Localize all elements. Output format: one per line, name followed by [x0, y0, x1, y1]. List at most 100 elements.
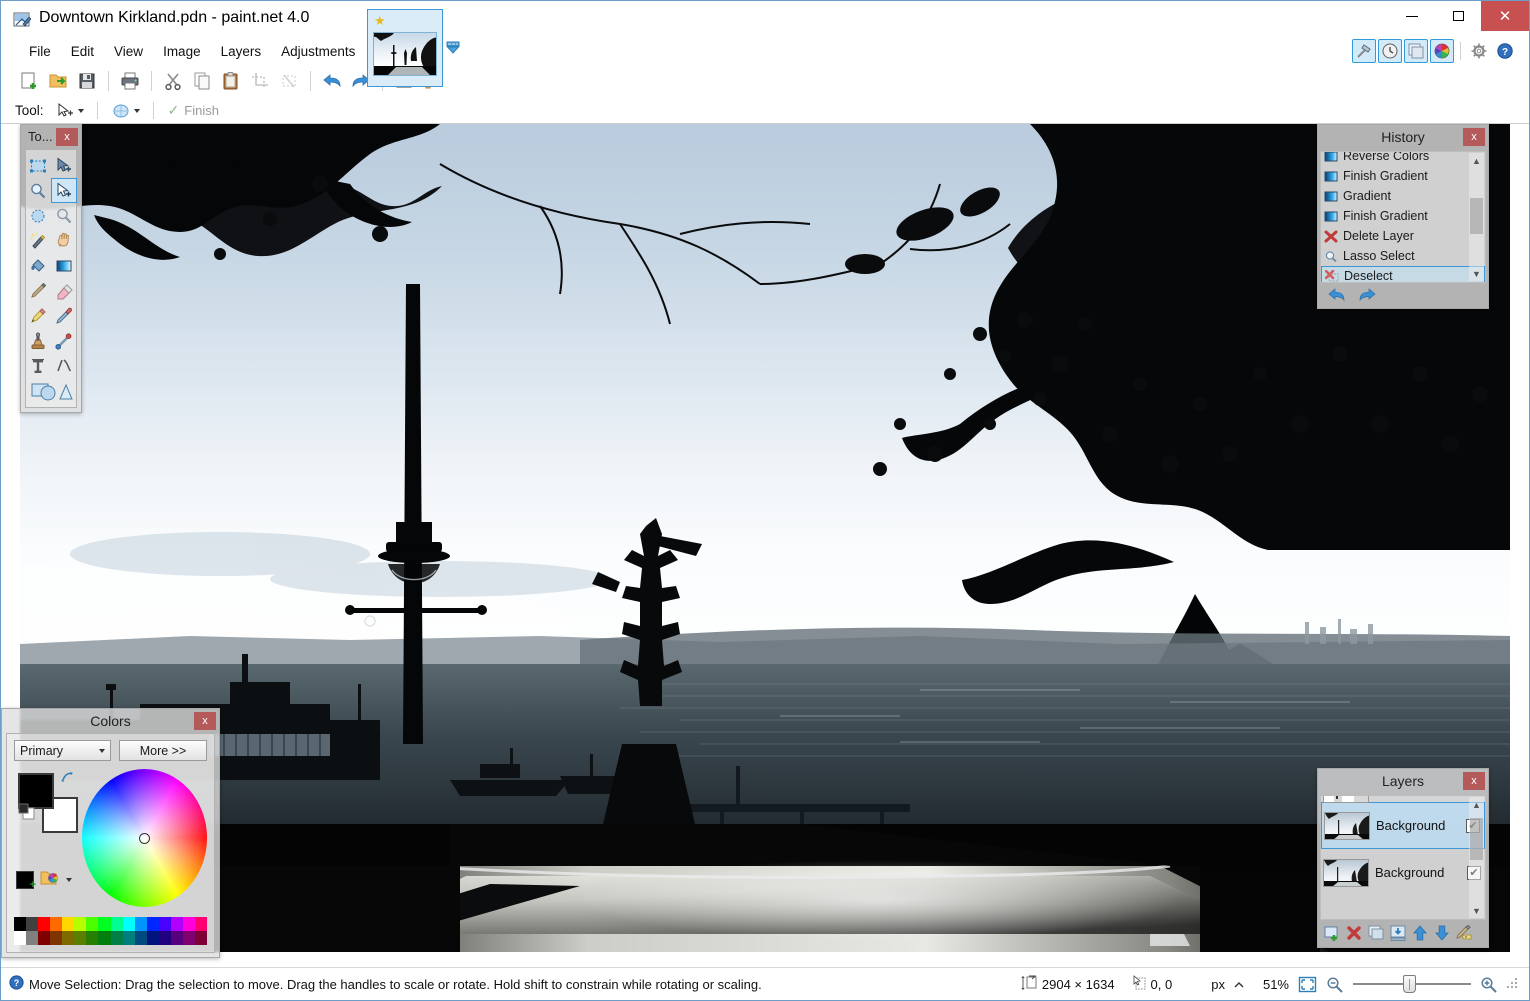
layer-item[interactable]: Glow ✔	[1321, 795, 1485, 802]
palette-swatch[interactable]	[111, 917, 123, 931]
palette-swatch[interactable]	[147, 917, 159, 931]
history-undo-button[interactable]	[1326, 286, 1348, 304]
history-scrollbar[interactable]: ▲ ▼	[1469, 153, 1484, 281]
palette-swatch[interactable]	[111, 931, 123, 945]
chevron-down-icon[interactable]	[66, 878, 72, 882]
menu-item-layers[interactable]: Layers	[211, 42, 272, 61]
maximize-button[interactable]	[1435, 1, 1481, 31]
palette-swatch[interactable]	[98, 931, 110, 945]
crop-to-selection-button[interactable]	[246, 67, 274, 95]
image-canvas[interactable]	[20, 124, 1510, 952]
tool-pencil[interactable]	[25, 303, 51, 328]
history-item[interactable]: Finish Gradient	[1321, 166, 1485, 186]
colors-panel[interactable]: Colors x Primary More >>	[1, 708, 220, 958]
colors-window-toggle[interactable]	[1430, 39, 1454, 63]
palette-swatch[interactable]	[38, 931, 50, 945]
cut-button[interactable]	[159, 67, 187, 95]
history-panel-close-button[interactable]: x	[1463, 128, 1485, 146]
tool-magic-wand[interactable]	[25, 228, 51, 253]
tool-move-selection[interactable]	[51, 178, 77, 203]
layer-item-selected[interactable]: Background ✔	[1321, 802, 1485, 849]
menu-item-edit[interactable]: Edit	[61, 42, 104, 61]
more-colors-button[interactable]: More >>	[119, 740, 207, 761]
tool-line-curve[interactable]	[51, 353, 77, 378]
menu-item-file[interactable]: File	[19, 42, 61, 61]
palette-swatch[interactable]	[98, 917, 110, 931]
tool-pan[interactable]	[51, 228, 77, 253]
layers-scrollbar-track[interactable]	[1469, 812, 1484, 903]
palette-swatch[interactable]	[183, 917, 195, 931]
palette-swatch[interactable]	[14, 917, 26, 931]
print-image-button[interactable]	[116, 67, 144, 95]
layer-properties-button[interactable]	[1454, 923, 1474, 943]
units-selector[interactable]: px	[1211, 977, 1244, 992]
layers-list[interactable]: Glow ✔	[1320, 795, 1486, 920]
swap-colors-icon[interactable]	[60, 770, 74, 784]
palette-swatch[interactable]	[74, 931, 86, 945]
palette-swatch[interactable]	[62, 931, 74, 945]
palette-swatch[interactable]	[147, 931, 159, 945]
reset-colors-icon[interactable]	[17, 802, 37, 822]
palette-swatch[interactable]	[26, 917, 38, 931]
selection-mode-selector[interactable]	[107, 100, 144, 122]
history-redo-button[interactable]	[1356, 286, 1378, 304]
undo-button[interactable]	[318, 67, 346, 95]
close-button[interactable]: ✕	[1481, 1, 1529, 31]
palette-swatch[interactable]	[123, 917, 135, 931]
tool-paint-bucket[interactable]	[25, 253, 51, 278]
tool-lasso-select[interactable]	[25, 178, 51, 203]
history-scrollbar-track[interactable]	[1469, 168, 1484, 266]
minimize-button[interactable]	[1389, 1, 1435, 31]
palette-swatch[interactable]	[50, 931, 62, 945]
menu-item-image[interactable]: Image	[153, 42, 211, 61]
resize-grip-icon[interactable]	[1507, 978, 1519, 990]
history-panel[interactable]: History x Reverse Colors Finish Gradient	[1317, 124, 1489, 309]
menu-item-adjustments[interactable]: Adjustments	[271, 42, 365, 61]
palette-swatch[interactable]	[195, 931, 207, 945]
tool-clone-stamp[interactable]	[25, 328, 51, 353]
canvas-area[interactable]: To... x	[1, 124, 1529, 967]
tool-color-picker[interactable]	[51, 303, 77, 328]
palette-swatch[interactable]	[26, 931, 38, 945]
menu-item-view[interactable]: View	[104, 42, 153, 61]
history-item[interactable]: Finish Gradient	[1321, 206, 1485, 226]
palette-swatch[interactable]	[50, 917, 62, 931]
history-item[interactable]: Reverse Colors	[1321, 151, 1485, 166]
tools-panel[interactable]: To... x	[20, 124, 82, 413]
tabs-dropdown-button[interactable]	[445, 41, 461, 55]
new-image-button[interactable]	[15, 67, 43, 95]
history-item[interactable]: Delete Layer	[1321, 226, 1485, 246]
palette-swatch[interactable]	[74, 917, 86, 931]
add-color-swatch-icon[interactable]: +	[16, 871, 34, 889]
zoom-in-button[interactable]	[1480, 976, 1498, 993]
tool-zoom[interactable]	[51, 203, 77, 228]
chevron-up-icon[interactable]: ▲	[1469, 153, 1484, 168]
history-item-selected[interactable]: Deselect	[1321, 266, 1485, 283]
palette-swatch[interactable]	[171, 917, 183, 931]
colors-panel-close-button[interactable]: x	[194, 712, 216, 730]
finish-button[interactable]: ✓ Finish	[163, 100, 224, 122]
tool-ellipse-select[interactable]	[25, 203, 51, 228]
layers-panel[interactable]: Layers x Glow ✔	[1317, 768, 1489, 948]
add-new-layer-button[interactable]	[1322, 923, 1342, 943]
palette-swatch[interactable]	[183, 931, 195, 945]
palette-swatch[interactable]	[14, 931, 26, 945]
move-layer-up-button[interactable]	[1410, 923, 1430, 943]
layers-scrollbar[interactable]: ▲ ▼	[1469, 797, 1484, 918]
history-window-toggle[interactable]	[1378, 39, 1402, 63]
paste-button[interactable]	[217, 67, 245, 95]
palette-swatch[interactable]	[135, 917, 147, 931]
palette-swatch[interactable]	[62, 917, 74, 931]
chevron-down-icon[interactable]: ▼	[1469, 903, 1484, 918]
color-wheel-cursor[interactable]	[139, 833, 150, 844]
palette-swatch[interactable]	[159, 931, 171, 945]
deselect-all-button[interactable]	[275, 67, 303, 95]
tool-shapes[interactable]	[25, 378, 77, 403]
tool-text[interactable]	[25, 353, 51, 378]
delete-layer-button[interactable]	[1344, 923, 1364, 943]
save-image-button[interactable]	[73, 67, 101, 95]
zoom-slider[interactable]	[1353, 976, 1471, 992]
help-button[interactable]: ?	[1493, 39, 1517, 63]
zoom-out-button[interactable]	[1326, 976, 1344, 993]
tool-recolor[interactable]	[51, 328, 77, 353]
